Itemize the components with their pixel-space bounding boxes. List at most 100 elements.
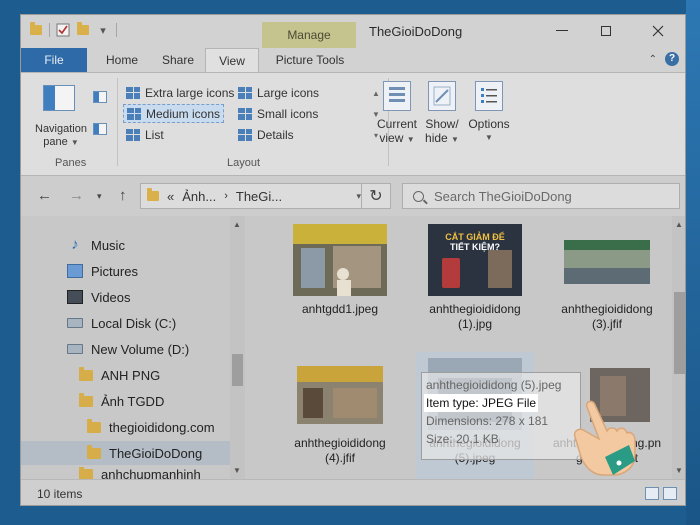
tab-share[interactable]: Share [152, 48, 204, 72]
large-icons-view-icon[interactable] [663, 487, 677, 500]
search-icon [413, 190, 424, 202]
sidebar-item-anh-tgdd[interactable]: Ảnh TGDD [21, 389, 231, 413]
file-list-scrollbar[interactable]: ▲ ▼ [672, 216, 685, 479]
tab-file[interactable]: File [21, 48, 87, 72]
sidebar-item-label: Local Disk (C:) [91, 315, 177, 331]
expand-ribbon-icon[interactable]: ⌃ [649, 54, 657, 65]
layout-group-label: Layout [227, 157, 261, 169]
sidebar-item-thegioidodong[interactable]: TheGioiDoDong [21, 441, 231, 465]
file-name: anhtgdd1.jpeg [301, 302, 379, 316]
search-input[interactable]: Search TheGioiDoDong [402, 183, 680, 209]
navigation-pane-button[interactable]: Navigation pane ▼ [31, 123, 91, 149]
properties-check-icon[interactable] [56, 23, 70, 37]
options-label: Options [468, 117, 510, 131]
current-view-button[interactable]: Current view ▼ [373, 81, 421, 147]
customize-toolbar-chevron-icon[interactable]: ▾ [96, 23, 110, 37]
drive-icon [67, 318, 83, 328]
breadcrumb-overflow[interactable]: « [167, 189, 174, 204]
help-icon[interactable]: ? [665, 52, 679, 66]
scroll-down-icon[interactable]: ▼ [675, 466, 683, 475]
details-pane-icon[interactable] [93, 123, 107, 135]
scrollbar-thumb[interactable] [232, 354, 243, 386]
layout-small-label: Small icons [257, 106, 319, 121]
file-name: anhthegioididong (1).jpg [429, 302, 521, 331]
preview-pane-icon[interactable] [93, 91, 107, 103]
sidebar-item-label: New Volume (D:) [91, 341, 190, 357]
window-title: TheGioiDoDong [369, 24, 463, 39]
layout-extra-large-icons[interactable]: Extra large icons [123, 83, 237, 102]
up-button[interactable]: ↑ [119, 187, 127, 204]
tooltip-filename: anhthegioididong (5).jpeg [426, 378, 562, 392]
scroll-down-icon[interactable]: ▼ [233, 466, 241, 475]
refresh-button[interactable]: ↻ [361, 183, 391, 209]
dropdown-arrow-icon: ▼ [451, 135, 459, 144]
file-item[interactable]: CẮT GIẢM ĐỂ TIẾT KIỆM? anhthegioididong … [416, 224, 534, 332]
forward-button[interactable]: → [69, 187, 84, 204]
sidebar-item-local-disk[interactable]: Local Disk (C:) [21, 311, 231, 335]
file-thumbnail [293, 358, 387, 430]
sidebar-item-label: Pictures [91, 263, 138, 279]
sidebar-item-new-volume[interactable]: New Volume (D:) [21, 337, 231, 361]
tab-view[interactable]: View [205, 48, 259, 72]
tooltip-item-type: Item type: JPEG File [424, 394, 539, 412]
show-hide-button[interactable]: Show/hide ▼ [422, 81, 462, 147]
sidebar-item-pictures[interactable]: Pictures [21, 259, 231, 283]
scroll-up-icon[interactable]: ▲ [675, 220, 683, 229]
scrollbar-thumb[interactable] [674, 292, 685, 374]
desktop-background [686, 0, 700, 525]
pictures-icon [67, 264, 83, 278]
maximize-button[interactable] [591, 19, 621, 43]
dropdown-arrow-icon: ▼ [70, 138, 79, 147]
sidebar-item-anh-png[interactable]: ANH PNG [21, 363, 231, 387]
address-row: ← → ▾ ↑ « Ảnh... › TheGi... ▾ ↻ Search T… [21, 176, 685, 216]
nav-pane-scrollbar[interactable]: ▲ ▼ [230, 216, 245, 479]
new-folder-icon[interactable] [76, 22, 90, 37]
details-view-icon[interactable] [645, 487, 659, 500]
panes-group-label: Panes [55, 157, 87, 169]
sidebar-item-videos[interactable]: Videos [21, 285, 231, 309]
layout-medium-label: Medium icons [146, 106, 221, 121]
explorer-window: ▾ Manage TheGioiDoDong File Home Share V… [20, 14, 686, 506]
file-name: anhthegioididong (3).jfif [561, 302, 653, 331]
layout-extra-large-label: Extra large icons [145, 85, 235, 100]
sidebar-item-label: Videos [91, 289, 131, 305]
address-bar[interactable]: « Ảnh... › TheGi... ▾ [140, 183, 368, 209]
file-item[interactable]: anhthegioididong (3).jfif [548, 224, 666, 332]
close-button[interactable] [643, 19, 673, 43]
layout-large-icons[interactable]: Large icons [235, 83, 322, 102]
large-icons-icon [238, 86, 252, 99]
layout-medium-icons[interactable]: Medium icons [123, 104, 225, 123]
breadcrumb-thegioi[interactable]: TheGi... [236, 189, 282, 204]
file-name: anhthegioididong (4).jfif [294, 436, 386, 465]
layout-list-label: List [145, 127, 164, 142]
file-item[interactable]: anhthegioididong (4).jfif [281, 358, 399, 480]
sidebar-item-thegioididong-com[interactable]: thegioididong.com [21, 415, 231, 439]
quick-access-toolbar: ▾ [29, 22, 117, 37]
recent-locations-chevron-icon[interactable]: ▾ [97, 191, 102, 202]
navigation-pane-icon[interactable] [43, 85, 75, 111]
scroll-up-icon[interactable]: ▲ [233, 220, 241, 229]
dropdown-arrow-icon: ▼ [485, 133, 493, 142]
folder-icon [79, 392, 93, 407]
back-button[interactable]: ← [37, 187, 52, 204]
thumbnail-caption-2: TIẾT KIỆM? [450, 242, 500, 252]
file-item[interactable]: anhtgdd1.jpeg [281, 224, 399, 317]
layout-details[interactable]: Details [235, 125, 297, 144]
toolbar-separator [116, 23, 117, 37]
sidebar-item-music[interactable]: ♪ Music [21, 233, 231, 257]
minimize-button[interactable] [547, 19, 577, 43]
tab-home[interactable]: Home [95, 48, 149, 72]
tooltip-dimensions: Dimensions: 278 x 181 [426, 414, 549, 428]
options-icon [475, 81, 503, 111]
medium-icons-icon [127, 107, 141, 120]
layout-list[interactable]: List [123, 125, 167, 144]
tab-picture-tools[interactable]: Picture Tools [269, 48, 351, 72]
show-hide-label-2: hide [425, 131, 448, 145]
show-hide-label: Show/ [425, 117, 459, 131]
options-button[interactable]: Options ▼ [467, 81, 511, 145]
breadcrumb-anh[interactable]: Ảnh... [182, 189, 216, 204]
manage-tab[interactable]: Manage [262, 22, 356, 48]
sidebar-item-label: Music [91, 237, 125, 253]
layout-small-icons[interactable]: Small icons [235, 104, 321, 123]
list-icon [126, 128, 140, 141]
